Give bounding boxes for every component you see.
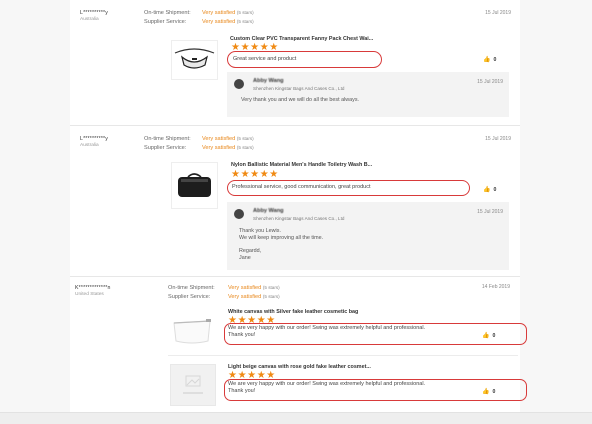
- like-button[interactable]: 👍 0: [483, 186, 496, 193]
- shipment-rating: Very satisfied (5 stars): [202, 10, 254, 16]
- review-card: L**********y Australia On-time Shipment:…: [70, 0, 520, 126]
- supplier-reply: Abby Wang Shenzhen Kingstar Bags And Cas…: [227, 202, 509, 270]
- like-count: 0: [492, 333, 496, 339]
- reviewer-country: United States: [75, 292, 104, 297]
- thumbs-up-icon: 👍: [482, 333, 490, 339]
- review-date: 15 Jul 2019: [485, 136, 511, 142]
- thumbs-up-icon: 👍: [483, 187, 491, 193]
- page-bottom-bar: [0, 412, 592, 424]
- product-thumbnail[interactable]: [171, 162, 218, 209]
- like-count: 0: [492, 389, 496, 395]
- product-divider: [168, 355, 518, 356]
- like-count: 0: [493, 187, 497, 193]
- like-button[interactable]: 👍 0: [482, 332, 495, 339]
- supplier-avatar: [234, 79, 244, 89]
- shipment-label: On-time Shipment:: [144, 10, 191, 16]
- reviewer-country: Australia: [80, 143, 99, 148]
- thumbs-up-icon: 👍: [482, 389, 490, 395]
- review-card: K*************n United States On-time Sh…: [70, 277, 527, 412]
- review-text: Great service and product: [233, 56, 297, 62]
- service-rating: Very satisfied (5 stars): [202, 19, 254, 25]
- reply-text: Thank you Lewis. We will keep improving …: [239, 228, 324, 262]
- reply-text: Very thank you and we will do all the be…: [241, 97, 360, 103]
- supplier-company: Shenzhen Kingstar Bags And Cases Co., Lt…: [253, 86, 345, 91]
- product-thumbnail[interactable]: [168, 307, 216, 351]
- reviewer-name: L**********y: [80, 136, 109, 142]
- fanny-pack-image: [174, 48, 215, 69]
- service-label: Supplier Service:: [168, 294, 211, 300]
- image-placeholder-icon: [183, 375, 203, 394]
- service-rating: Very satisfied (5 stars): [202, 145, 254, 151]
- product-name[interactable]: Nylon Ballistic Material Men's Handle To…: [231, 162, 372, 168]
- reviewer-name: L**********y: [80, 10, 109, 16]
- supplier-reply: Abby Wang Shenzhen Kingstar Bags And Cas…: [227, 72, 509, 117]
- review-date: 15 Jul 2019: [485, 10, 511, 16]
- thumbs-up-icon: 👍: [483, 57, 491, 63]
- review-text: Professional service, good communication…: [232, 184, 371, 190]
- product-thumbnail[interactable]: [171, 40, 218, 80]
- like-button[interactable]: 👍 0: [482, 388, 495, 395]
- shipment-label: On-time Shipment:: [168, 285, 215, 291]
- shipment-label: On-time Shipment:: [144, 136, 191, 142]
- reviews-panel: L**********y Australia On-time Shipment:…: [70, 0, 527, 412]
- toiletry-bag-image: [178, 173, 211, 197]
- star-rating: ★★★★★: [231, 169, 279, 180]
- product-thumbnail-placeholder[interactable]: [170, 364, 216, 406]
- service-label: Supplier Service:: [144, 19, 187, 25]
- reply-date: 15 Jul 2019: [477, 79, 503, 85]
- cosmetic-bag-image: [173, 319, 211, 344]
- review-text: We are very happy with our order! Swing …: [228, 381, 426, 394]
- shipment-rating: Very satisfied (5 stars): [228, 285, 280, 291]
- shipment-rating: Very satisfied (5 stars): [202, 136, 254, 142]
- review-text: We are very happy with our order! Swing …: [228, 325, 426, 338]
- supplier-name: Abby Wang: [253, 208, 284, 214]
- supplier-company: Shenzhen Kingstar Bags And Cases Co., Lt…: [253, 216, 345, 221]
- reply-date: 15 Jul 2019: [477, 209, 503, 215]
- service-rating: Very satisfied (5 stars): [228, 294, 280, 300]
- reviewer-country: Australia: [80, 17, 99, 22]
- like-count: 0: [493, 57, 497, 63]
- service-label: Supplier Service:: [144, 145, 187, 151]
- review-card: L**********y Australia On-time Shipment:…: [70, 126, 520, 277]
- review-date: 14 Feb 2019: [481, 284, 510, 290]
- reviewer-name: K*************n: [75, 285, 111, 291]
- like-button[interactable]: 👍 0: [483, 56, 496, 63]
- supplier-avatar: [234, 209, 244, 219]
- supplier-name: Abby Wang: [253, 78, 284, 84]
